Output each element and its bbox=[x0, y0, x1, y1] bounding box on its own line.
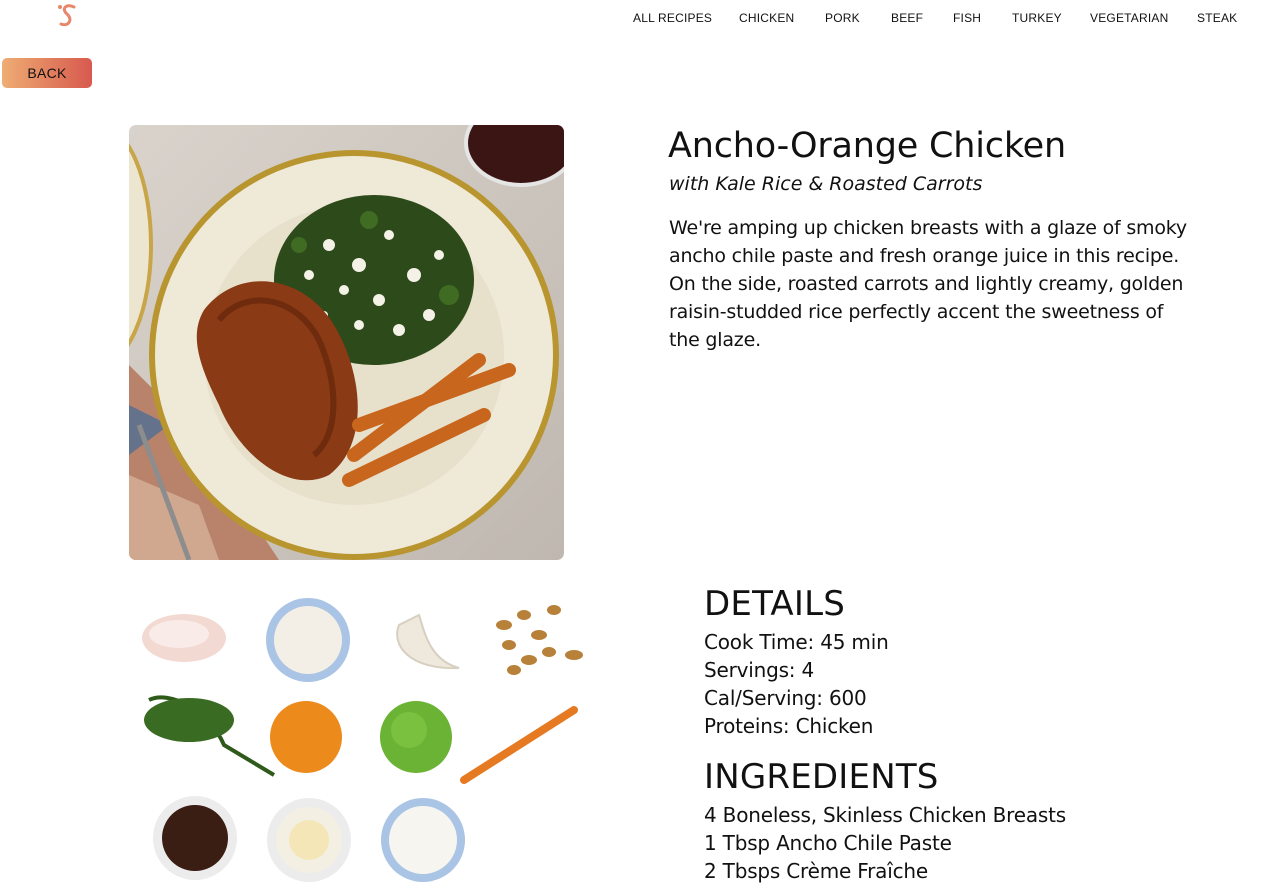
recipe-hero-image bbox=[129, 125, 564, 560]
ingredient-item: 2 Tbsps Crème Fraîche bbox=[704, 859, 928, 883]
servings: Servings: 4 bbox=[704, 658, 815, 682]
ingredient-item: 1 Tbsp Ancho Chile Paste bbox=[704, 831, 952, 855]
nav-beef[interactable]: BEEF bbox=[891, 11, 923, 25]
nav-vegetarian[interactable]: VEGETARIAN bbox=[1090, 11, 1168, 25]
back-button[interactable]: BACK bbox=[2, 58, 92, 88]
nav-fish[interactable]: FISH bbox=[953, 11, 981, 25]
calories-per-serving: Cal/Serving: 600 bbox=[704, 686, 867, 710]
recipe-description: We're amping up chicken breasts with a g… bbox=[669, 217, 1187, 351]
ingredients-heading: INGREDIENTS bbox=[704, 757, 939, 797]
ingredient-item: 4 Boneless, Skinless Chicken Breasts bbox=[704, 803, 1066, 827]
recipe-subtitle: with Kale Rice & Roasted Carrots bbox=[669, 173, 983, 195]
nav-pork[interactable]: PORK bbox=[825, 11, 860, 25]
recipe-title: Ancho-Orange Chicken bbox=[668, 126, 1066, 166]
proteins: Proteins: Chicken bbox=[704, 714, 874, 738]
nav-steak[interactable]: STEAK bbox=[1197, 11, 1237, 25]
ingredients-image bbox=[129, 590, 599, 887]
main-nav: ALL RECIPES CHICKEN PORK BEEF FISH TURKE… bbox=[0, 11, 1261, 27]
nav-all-recipes[interactable]: ALL RECIPES bbox=[633, 11, 712, 25]
details-heading: DETAILS bbox=[704, 584, 846, 624]
nav-turkey[interactable]: TURKEY bbox=[1012, 11, 1062, 25]
cook-time: Cook Time: 45 min bbox=[704, 630, 889, 654]
nav-chicken[interactable]: CHICKEN bbox=[739, 11, 794, 25]
